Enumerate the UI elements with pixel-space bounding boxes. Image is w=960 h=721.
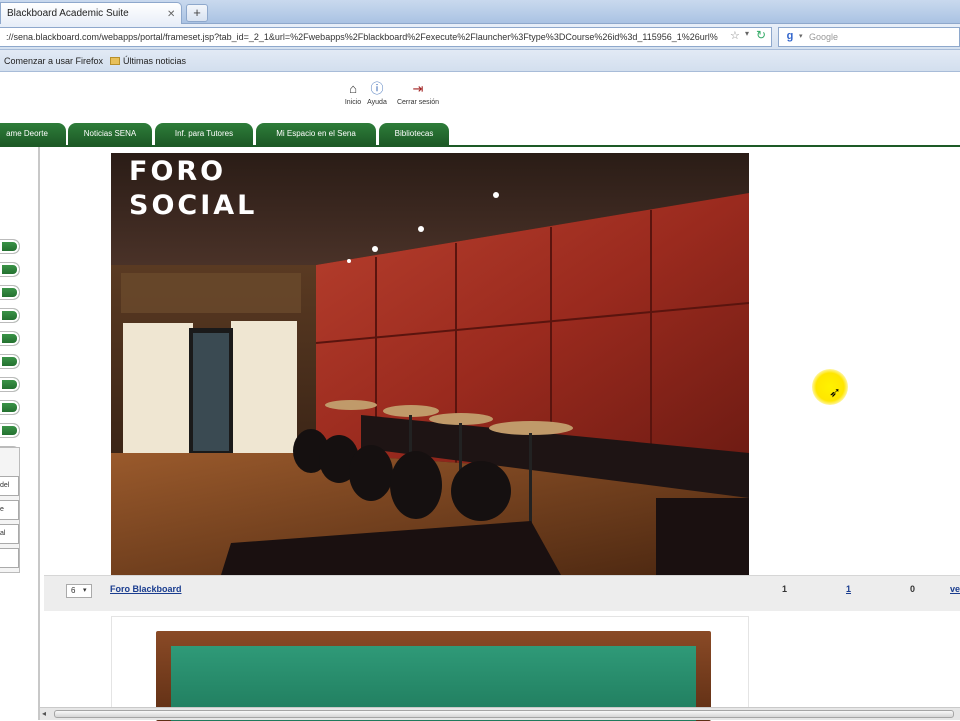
browser-navbar: ://sena.blackboard.com/webapps/portal/fr… xyxy=(0,24,960,50)
browser-tabstrip: Blackboard Academic Suite ✕ + xyxy=(0,0,960,24)
tab-noticias-sena[interactable]: Noticias SENA xyxy=(68,123,152,145)
page-content: ⌂ Inicio ⓘ Ayuda ⇥ Cerrar sesión ame Deo… xyxy=(0,73,960,721)
forum-description-panel xyxy=(111,616,749,721)
forum-row: 6 ▾ Foro Blackboard 1 1 0 ve xyxy=(44,575,960,611)
course-menu-button[interactable] xyxy=(0,377,20,392)
course-menu-button[interactable] xyxy=(0,239,20,254)
course-menu-button[interactable] xyxy=(0,400,20,415)
tab-deorte[interactable]: ame Deorte xyxy=(0,123,66,145)
bookmark-getting-started[interactable]: Comenzar a usar Firefox xyxy=(4,56,103,66)
forum-order-select[interactable]: 6 ▾ xyxy=(66,584,92,598)
foro-social-banner: FORO SOCIAL xyxy=(111,153,749,575)
tab-title: Blackboard Academic Suite xyxy=(7,8,129,19)
folder-icon xyxy=(110,57,120,65)
course-menu-button[interactable] xyxy=(0,354,20,369)
help-icon: ⓘ xyxy=(370,81,384,96)
reload-icon[interactable]: ↻ xyxy=(756,28,766,42)
view-link[interactable]: ve xyxy=(950,584,960,594)
address-bar[interactable]: ://sena.blackboard.com/webapps/portal/fr… xyxy=(0,27,772,47)
horizontal-scrollbar[interactable]: ◂ xyxy=(40,707,960,720)
mouse-pointer-icon: ➶ xyxy=(829,384,841,400)
search-engine-dropdown-icon[interactable]: ▾ xyxy=(799,32,803,40)
new-tab-button[interactable]: + xyxy=(186,4,208,22)
unread-posts-link[interactable]: 1 xyxy=(846,584,851,594)
banner-title: FORO SOCIAL xyxy=(129,156,258,221)
logout-link[interactable]: ⇥ Cerrar sesión xyxy=(390,81,446,106)
course-menu-button[interactable] xyxy=(0,285,20,300)
tool-button[interactable]: e xyxy=(0,500,19,520)
google-icon[interactable]: g xyxy=(783,30,797,44)
tool-button[interactable] xyxy=(0,548,19,568)
tool-button[interactable]: del xyxy=(0,476,19,496)
browser-tab[interactable]: Blackboard Academic Suite ✕ xyxy=(0,2,182,24)
course-menu-button[interactable] xyxy=(0,423,20,438)
scrollbar-thumb[interactable] xyxy=(54,710,954,718)
search-input[interactable]: g ▾ Google xyxy=(778,27,960,47)
course-menu-button[interactable] xyxy=(0,308,20,323)
tool-button[interactable]: al xyxy=(0,524,19,544)
bookmark-latest-news[interactable]: Últimas noticias xyxy=(110,56,186,66)
url-text: ://sena.blackboard.com/webapps/portal/fr… xyxy=(6,32,718,42)
scroll-left-icon[interactable]: ◂ xyxy=(42,709,46,718)
forum-blackboard-link[interactable]: Foro Blackboard xyxy=(110,584,182,594)
tab-tutores[interactable]: Inf. para Tutores xyxy=(155,123,253,145)
bookmark-star-icon[interactable]: ☆ xyxy=(730,29,740,42)
tools-panel: del e al xyxy=(0,447,20,573)
course-menu-button[interactable] xyxy=(0,331,20,346)
main-nav-tabs: ame Deorte Noticias SENA Inf. para Tutor… xyxy=(0,123,960,145)
new-posts: 0 xyxy=(910,584,916,594)
bookmarks-bar: Comenzar a usar Firefox Últimas noticias xyxy=(0,50,960,72)
search-placeholder: Google xyxy=(809,32,839,42)
tab-mi-espacio[interactable]: Mi Espacio en el Sena xyxy=(256,123,376,145)
total-posts: 1 xyxy=(782,584,788,594)
logout-icon: ⇥ xyxy=(412,81,424,96)
tab-bibliotecas[interactable]: Bibliotecas xyxy=(379,123,449,145)
nav-underline xyxy=(0,145,960,147)
course-menu-button[interactable] xyxy=(0,262,20,277)
close-tab-icon[interactable]: ✕ xyxy=(167,9,175,20)
home-icon: ⌂ xyxy=(349,81,357,96)
url-dropdown-icon[interactable]: ▾ xyxy=(745,29,749,38)
top-links: ⌂ Inicio ⓘ Ayuda ⇥ Cerrar sesión xyxy=(338,81,448,121)
help-link[interactable]: ⓘ Ayuda xyxy=(362,81,392,106)
chevron-down-icon: ▾ xyxy=(83,587,87,594)
course-menu xyxy=(0,147,40,720)
